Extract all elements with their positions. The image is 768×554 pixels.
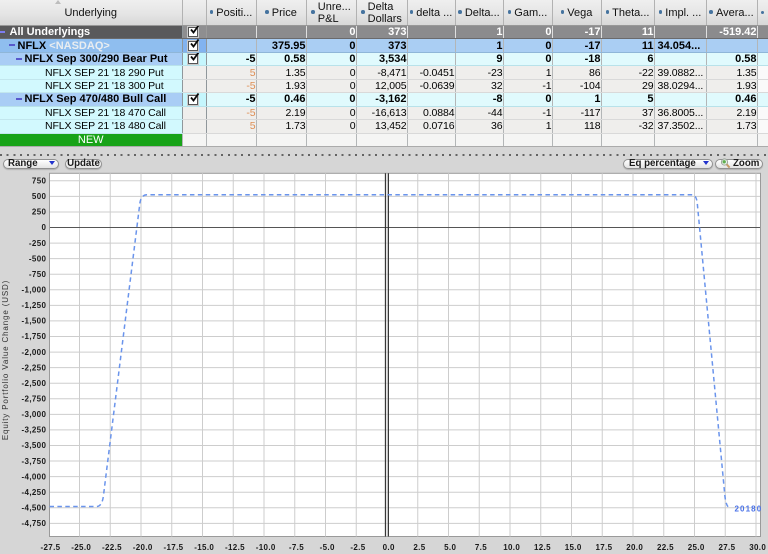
svg-text:-10.0: -10.0 — [256, 543, 276, 552]
svg-text:-1,000: -1,000 — [22, 285, 47, 294]
svg-text:-4,000: -4,000 — [22, 472, 47, 481]
svg-text:-12.5: -12.5 — [225, 543, 245, 552]
svg-text:-7.5: -7.5 — [289, 543, 304, 552]
svg-text:12.5: 12.5 — [534, 543, 551, 552]
svg-text:5.0: 5.0 — [444, 543, 456, 552]
svg-text:-2,750: -2,750 — [22, 394, 47, 403]
svg-text:15.0: 15.0 — [565, 543, 582, 552]
svg-text:-22.5: -22.5 — [102, 543, 122, 552]
svg-text:-3,500: -3,500 — [22, 441, 47, 450]
svg-text:-2,250: -2,250 — [22, 363, 47, 372]
svg-text:-1,750: -1,750 — [22, 332, 47, 341]
svg-text:-2.5: -2.5 — [350, 543, 365, 552]
svg-text:-20.0: -20.0 — [133, 543, 153, 552]
svg-text:750: 750 — [32, 177, 47, 186]
svg-text:17.5: 17.5 — [595, 543, 612, 552]
svg-text:-1,250: -1,250 — [22, 301, 47, 310]
svg-text:0: 0 — [41, 223, 46, 232]
svg-text:22.5: 22.5 — [657, 543, 674, 552]
svg-text:-3,750: -3,750 — [22, 457, 47, 466]
svg-text:-250: -250 — [29, 239, 47, 248]
svg-text:Equity Portfolio Value Change: Equity Portfolio Value Change (USD) — [1, 280, 10, 440]
svg-text:-4,500: -4,500 — [22, 503, 47, 512]
svg-text:20180: 20180 — [735, 505, 763, 514]
svg-text:-1,500: -1,500 — [22, 317, 47, 326]
svg-text:27.5: 27.5 — [718, 543, 735, 552]
svg-text:-2,000: -2,000 — [22, 348, 47, 357]
svg-text:-5.0: -5.0 — [320, 543, 335, 552]
svg-text:-15.0: -15.0 — [194, 543, 214, 552]
svg-text:-2,500: -2,500 — [22, 379, 47, 388]
svg-text:-4,750: -4,750 — [22, 519, 47, 528]
svg-text:20.0: 20.0 — [626, 543, 643, 552]
svg-text:250: 250 — [32, 208, 47, 217]
svg-text:30.0: 30.0 — [749, 543, 766, 552]
svg-text:500: 500 — [32, 192, 47, 201]
svg-text:7.5: 7.5 — [475, 543, 487, 552]
svg-text:25.0: 25.0 — [688, 543, 705, 552]
svg-text:10.0: 10.0 — [503, 543, 520, 552]
svg-text:-3,250: -3,250 — [22, 426, 47, 435]
svg-text:-3,000: -3,000 — [22, 410, 47, 419]
svg-text:-500: -500 — [29, 254, 47, 263]
svg-text:-25.0: -25.0 — [71, 543, 91, 552]
svg-text:-27.5: -27.5 — [40, 543, 60, 552]
svg-text:2.5: 2.5 — [413, 543, 425, 552]
svg-text:-17.5: -17.5 — [163, 543, 183, 552]
svg-text:-4,250: -4,250 — [22, 488, 47, 497]
svg-text:0.0: 0.0 — [383, 543, 395, 552]
svg-text:-750: -750 — [29, 270, 47, 279]
